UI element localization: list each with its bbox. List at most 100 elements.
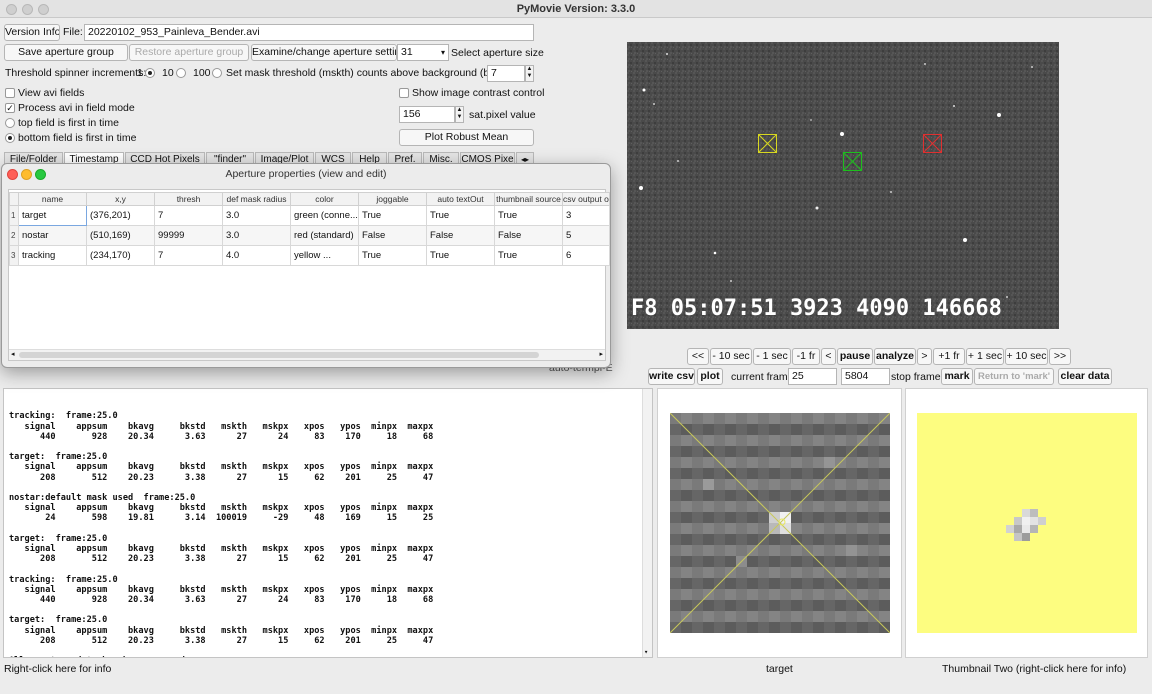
column-header[interactable]: thresh <box>154 192 223 206</box>
thumbnail-two-image <box>917 413 1137 633</box>
text-output-scrollbar[interactable]: ▾ <box>642 389 652 657</box>
chevron-down-icon: ▾ <box>440 48 445 57</box>
forward-1-sec-button[interactable]: + 1 sec <box>966 348 1004 365</box>
table-horizontal-scrollbar[interactable]: ◂ ▸ <box>9 349 605 360</box>
mask-threshold-input[interactable]: 7 <box>487 65 525 82</box>
video-frame-image <box>627 42 1059 329</box>
table-cell[interactable]: (376,201) <box>86 205 155 226</box>
scroll-right-icon[interactable]: ▸ <box>599 350 603 358</box>
analyze-button[interactable]: analyze <box>874 348 916 365</box>
table-row[interactable]: 1 target (376,201) 7 3.0 green (conne...… <box>9 205 610 226</box>
scrollbar-thumb[interactable] <box>19 352 539 358</box>
restore-aperture-group-button[interactable]: Restore aperture group <box>129 44 249 61</box>
jump-start-button[interactable]: << <box>687 348 709 365</box>
mask-threshold-spinner[interactable]: ▲ ▼ <box>525 65 534 82</box>
increment-1-radio[interactable] <box>145 68 155 78</box>
bottom-field-radio[interactable] <box>5 133 15 143</box>
table-cell[interactable]: target <box>18 205 87 226</box>
table-cell[interactable]: 4.0 <box>222 245 291 266</box>
nostar-aperture[interactable] <box>922 133 943 154</box>
dialog-title: Aperture properties (view and edit) <box>225 168 387 180</box>
aperture-size-select[interactable]: 31 ▾ <box>397 44 449 61</box>
table-cell[interactable]: True <box>358 205 427 226</box>
table-cell[interactable]: 7 <box>154 205 223 226</box>
forward-1-frame-button[interactable]: +1 fr <box>933 348 965 365</box>
table-cell[interactable]: green (conne... <box>290 205 359 226</box>
thumbnail-one-panel[interactable] <box>657 388 902 658</box>
scroll-down-icon[interactable]: ▾ <box>644 647 648 657</box>
aperture-size-value: 31 <box>401 46 413 58</box>
column-header[interactable]: thumbnail source <box>494 192 563 206</box>
version-info-button[interactable]: Version Info <box>4 24 60 41</box>
back-1-sec-button[interactable]: - 1 sec <box>753 348 791 365</box>
file-field[interactable]: 20220102_953_Painleva_Bender.avi <box>84 24 534 41</box>
table-row[interactable]: 2 nostar (510,169) 99999 3.0 red (standa… <box>9 225 610 246</box>
table-cell[interactable]: 3.0 <box>222 205 291 226</box>
increment-100-radio[interactable] <box>212 68 222 78</box>
write-csv-button[interactable]: write csv <box>648 368 695 385</box>
table-cell[interactable]: True <box>426 245 495 266</box>
plot-robust-mean-button[interactable]: Plot Robust Mean <box>399 129 534 146</box>
table-cell[interactable]: False <box>426 225 495 246</box>
target-aperture[interactable] <box>842 151 863 172</box>
table-cell[interactable]: 3.0 <box>222 225 291 246</box>
status-left[interactable]: Right-click here for info <box>4 662 111 676</box>
column-header[interactable]: x,y <box>86 192 155 206</box>
column-header[interactable]: color <box>290 192 359 206</box>
table-cell[interactable]: True <box>426 205 495 226</box>
column-header[interactable]: csv output o <box>562 192 610 206</box>
mark-button[interactable]: mark <box>941 368 973 385</box>
table-cell[interactable]: 6 <box>562 245 610 266</box>
table-cell[interactable]: red (standard) <box>290 225 359 246</box>
table-row[interactable]: 3 tracking (234,170) 7 4.0 yellow ... Tr… <box>9 245 610 266</box>
table-cell[interactable]: (234,170) <box>86 245 155 266</box>
table-cell[interactable]: 99999 <box>154 225 223 246</box>
back-1-frame-button[interactable]: -1 fr <box>792 348 820 365</box>
video-frame[interactable]: F8 05:07:51 3923 4090 146668 <box>627 42 1059 329</box>
increment-10-radio[interactable] <box>176 68 186 78</box>
sat-pixel-spinner[interactable]: ▲ ▼ <box>455 106 464 123</box>
jump-end-button[interactable]: >> <box>1049 348 1071 365</box>
pause-button[interactable]: pause <box>837 348 873 365</box>
table-cell[interactable]: yellow ... <box>290 245 359 266</box>
clear-data-button[interactable]: clear data <box>1058 368 1112 385</box>
contrast-control-checkbox[interactable] <box>399 88 409 98</box>
text-output[interactable]: tracking: frame:25.0 signal appsum bkavg… <box>3 388 653 658</box>
forward-10-sec-button[interactable]: + 10 sec <box>1005 348 1048 365</box>
column-header[interactable]: joggable <box>358 192 427 206</box>
row-number: 3 <box>9 245 19 266</box>
thumbnail-two-panel[interactable] <box>905 388 1148 658</box>
examine-aperture-settings-button[interactable]: Examine/change aperture settings <box>251 44 397 61</box>
return-to-mark-button[interactable]: Return to 'mark' <box>974 368 1054 385</box>
step-back-button[interactable]: < <box>821 348 836 365</box>
status-right[interactable]: Thumbnail Two (right-click here for info… <box>942 662 1126 676</box>
table-cell[interactable]: 3 <box>562 205 610 226</box>
column-header[interactable]: auto textOut <box>426 192 495 206</box>
back-10-sec-button[interactable]: - 10 sec <box>710 348 752 365</box>
table-cell[interactable]: True <box>494 245 563 266</box>
table-cell[interactable]: False <box>494 225 563 246</box>
plot-button[interactable]: plot <box>697 368 723 385</box>
process-field-mode-checkbox[interactable]: ✓ <box>5 103 15 113</box>
tracking-aperture[interactable] <box>757 133 778 154</box>
step-forward-button[interactable]: > <box>917 348 932 365</box>
table-cell[interactable]: nostar <box>18 225 87 246</box>
column-header[interactable]: def mask radius <box>222 192 291 206</box>
table-cell[interactable]: False <box>358 225 427 246</box>
increment-1-label: 1 <box>137 67 143 79</box>
table-cell[interactable]: True <box>494 205 563 226</box>
sat-pixel-input[interactable]: 156 <box>399 106 455 123</box>
table-cell[interactable]: (510,169) <box>86 225 155 246</box>
table-cell[interactable]: True <box>358 245 427 266</box>
table-cell[interactable]: tracking <box>18 245 87 266</box>
view-avi-fields-checkbox[interactable] <box>5 88 15 98</box>
current-frame-input[interactable]: 25 <box>788 368 837 385</box>
table-cell[interactable]: 7 <box>154 245 223 266</box>
stop-frame-input[interactable]: 5804 <box>841 368 890 385</box>
select-aperture-size-label: Select aperture size <box>451 47 544 59</box>
save-aperture-group-button[interactable]: Save aperture group <box>4 44 128 61</box>
column-header[interactable]: name <box>18 192 87 206</box>
top-field-radio[interactable] <box>5 118 15 128</box>
scroll-left-icon[interactable]: ◂ <box>11 350 15 358</box>
table-cell[interactable]: 5 <box>562 225 610 246</box>
